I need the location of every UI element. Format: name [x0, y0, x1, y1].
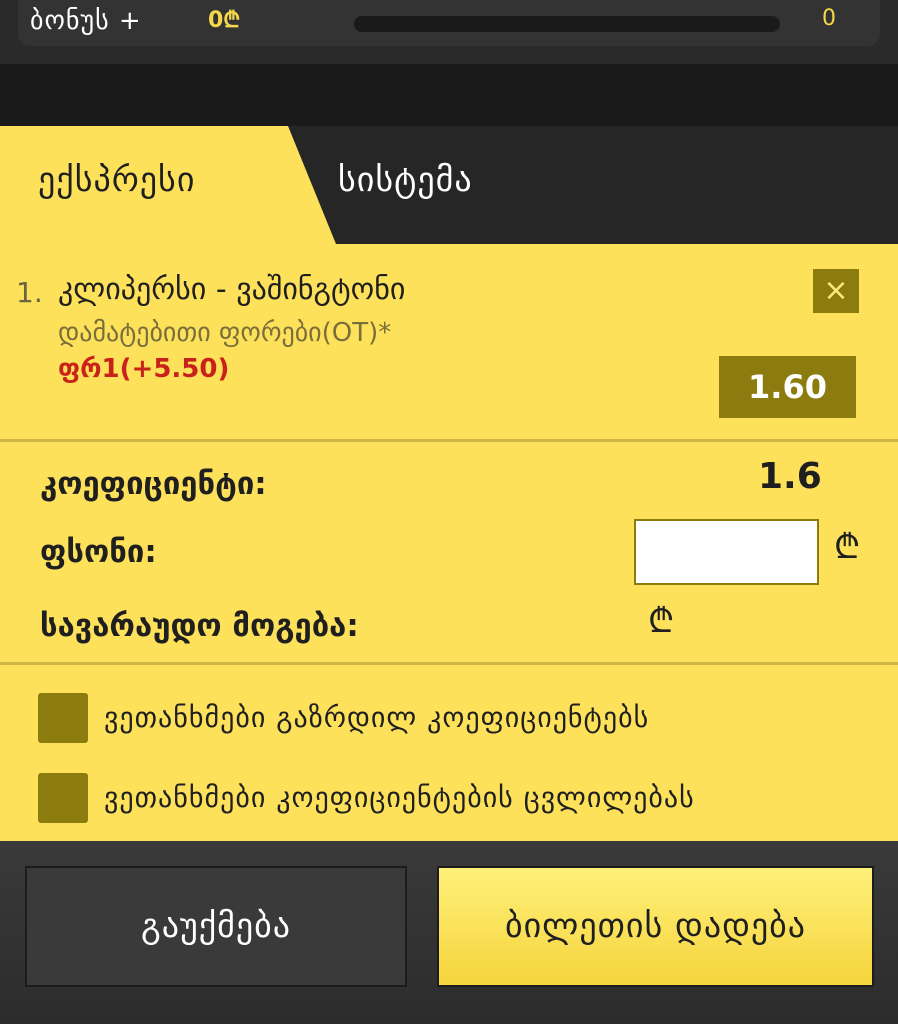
bet-type-tabs: ექსპრესი სისტემა	[0, 126, 898, 244]
tab-system[interactable]: სისტემა	[338, 160, 473, 200]
accept-odds-change-label[interactable]: ვეთანხმები კოეფიციენტების ცვლილებას	[104, 781, 695, 814]
bet-market: დამატებითი ფორები(OT)*	[58, 318, 392, 348]
top-area: ბონუს + 0₾ 0	[0, 0, 898, 64]
bet-pick: ფრ1(+5.50)	[58, 354, 230, 384]
header-strip	[0, 64, 898, 126]
place-bet-button[interactable]: ბილეთის დადება	[437, 866, 874, 987]
betslip-panel: 1. კლიპერსი - ვაშინგტონი დამატებითი ფორე…	[0, 244, 898, 841]
tab-express-label[interactable]: ექსპრესი	[38, 160, 195, 200]
accept-increased-odds-label[interactable]: ვეთანხმები გაზრდილ კოეფიციენტებს	[104, 701, 649, 734]
accept-odds-change-checkbox[interactable]	[38, 773, 88, 823]
potential-win-label: სავარაუდო მოგება:	[40, 608, 359, 644]
betslip-footer: გაუქმება ბილეთის დადება	[0, 841, 898, 1024]
lari-currency-icon: ₾	[834, 527, 861, 567]
coef-label: კოეფიციენტი:	[40, 466, 267, 502]
accept-increased-odds-checkbox[interactable]	[38, 693, 88, 743]
bet-match-title: კლიპერსი - ვაშინგტონი	[58, 272, 406, 307]
remove-bet-close-icon[interactable]: ×	[813, 269, 859, 313]
bonus-count: 0	[822, 6, 836, 31]
bonus-bar: ბონუს + 0₾ 0	[18, 0, 880, 46]
bet-index: 1.	[16, 276, 43, 309]
bet-odds: 1.60	[719, 356, 856, 418]
divider	[0, 439, 898, 442]
stake-label: ფსონი:	[40, 534, 157, 570]
lari-currency-icon: ₾	[648, 601, 675, 641]
coef-value: 1.6	[758, 456, 822, 497]
divider	[0, 662, 898, 665]
stake-input[interactable]	[634, 519, 819, 585]
cancel-button[interactable]: გაუქმება	[25, 866, 407, 987]
bonus-amount: 0₾	[208, 8, 241, 33]
bonus-label: ბონუს +	[30, 6, 142, 36]
bonus-progress-bar	[354, 16, 780, 32]
